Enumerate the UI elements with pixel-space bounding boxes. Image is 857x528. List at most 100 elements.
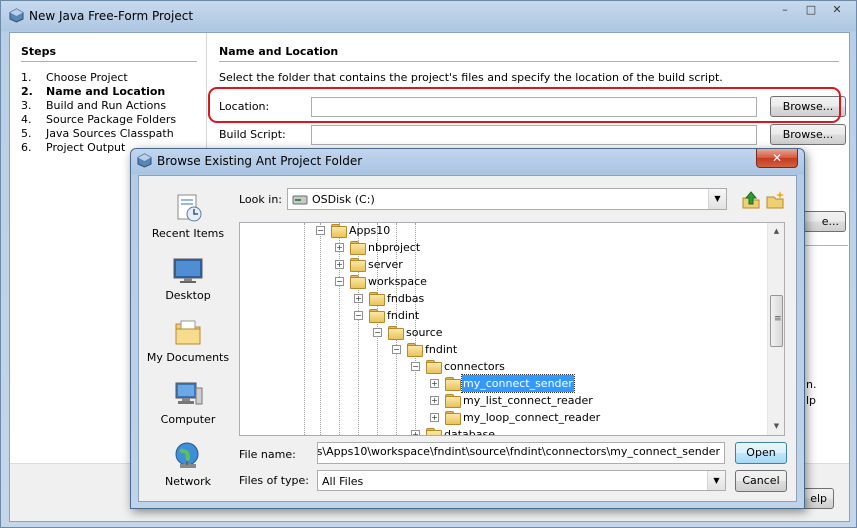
expand-icon[interactable]: +	[430, 413, 439, 422]
folder-icon	[444, 393, 461, 408]
place-label: Network	[165, 475, 211, 488]
tree-node-label: my_list_connect_reader	[463, 394, 593, 407]
folder-icon	[444, 376, 461, 391]
chevron-down-icon[interactable]: ▼	[707, 471, 725, 490]
tree-scrollbar[interactable]: ▲ ▼	[767, 223, 784, 435]
my-documents-icon	[175, 320, 201, 345]
location-highlight-annotation	[208, 87, 841, 123]
computer-icon	[175, 382, 203, 405]
chevron-down-icon[interactable]: ▼	[708, 189, 726, 209]
file-name-label: File name:	[239, 448, 296, 461]
partial-text-2: lp	[806, 394, 817, 407]
tree-node-label: Apps10	[349, 224, 391, 237]
tree-node-label: connectors	[444, 360, 505, 373]
section-divider	[219, 61, 839, 62]
browse-dialog: Browse Existing Ant Project Folder ✕ Rec…	[130, 148, 805, 509]
dialog-title: Browse Existing Ant Project Folder	[157, 154, 363, 168]
expand-icon[interactable]: +	[411, 430, 420, 435]
folder-icon	[349, 257, 366, 272]
collapse-icon[interactable]: −	[373, 328, 382, 337]
tree-node-label: source	[406, 326, 443, 339]
folder-icon	[368, 291, 385, 306]
files-of-type-value: All Files	[322, 475, 364, 488]
folder-tree[interactable]: − Apps10 + nbproject + server − workspace + fndba…	[239, 222, 785, 436]
expand-icon[interactable]: +	[430, 396, 439, 405]
collapse-icon[interactable]: −	[392, 345, 401, 354]
network-icon	[175, 442, 199, 468]
place-label: My Documents	[146, 351, 230, 364]
up-folder-icon[interactable]	[741, 190, 761, 210]
files-of-type-label: Files of type:	[239, 474, 310, 487]
folder-icon	[368, 308, 385, 323]
scroll-thumb[interactable]	[770, 295, 783, 347]
place-desktop[interactable]: Desktop	[142, 250, 234, 310]
tree-node-label: workspace	[368, 275, 427, 288]
wizard-title-bar[interactable]: New Java Free-Form Project – □ ✕	[1, 1, 856, 32]
place-label: Desktop	[165, 289, 211, 302]
file-name-input[interactable]: ects\Apps10\workspace\fndint\source\fndi…	[317, 442, 725, 464]
expand-icon[interactable]: +	[354, 294, 363, 303]
place-recent-items[interactable]: Recent Items	[142, 188, 234, 248]
minimize-button[interactable]: –	[772, 2, 798, 20]
folder-icon	[444, 410, 461, 425]
tree-node-label: database	[444, 428, 495, 436]
tree-node-label: fndbas	[387, 292, 425, 305]
step-2: 2. Name and Location	[21, 85, 166, 98]
collapse-icon[interactable]: −	[354, 311, 363, 320]
folder-icon	[349, 274, 366, 289]
tree-guide-line	[304, 223, 305, 435]
tree-rows: − Apps10 + nbproject + server − workspace + fndba…	[240, 223, 768, 435]
expand-icon[interactable]: +	[335, 260, 344, 269]
look-in-dropdown[interactable]: OSDisk (C:) ▼	[287, 188, 727, 210]
look-in-value: OSDisk (C:)	[312, 193, 375, 206]
expand-icon[interactable]: +	[430, 379, 439, 388]
dialog-close-button[interactable]: ✕	[756, 149, 798, 168]
java-project-icon	[137, 153, 152, 168]
place-network[interactable]: Network	[142, 436, 234, 496]
tree-node-label: my_loop_connect_reader	[463, 411, 601, 424]
collapse-icon[interactable]: −	[316, 226, 325, 235]
folder-icon	[406, 342, 423, 357]
dialog-body: Recent Items Desktop My Documents Comput…	[138, 175, 797, 502]
folder-icon	[349, 240, 366, 255]
tree-guide-line	[320, 223, 321, 435]
section-description: Select the folder that contains the proj…	[219, 71, 723, 84]
place-my-documents[interactable]: My Documents	[142, 312, 234, 372]
partial-text: n.	[806, 378, 817, 391]
step-3: 3. Build and Run Actions	[21, 99, 167, 112]
scroll-up-icon[interactable]: ▲	[768, 223, 784, 240]
maximize-button[interactable]: □	[798, 2, 824, 20]
tree-node-label: server	[368, 258, 403, 271]
steps-title: Steps	[21, 45, 57, 58]
new-folder-icon[interactable]	[765, 190, 785, 210]
drive-icon	[292, 195, 308, 205]
steps-list: 1. Choose Project 2. Name and Location 3. B…	[21, 71, 176, 155]
place-label: Recent Items	[151, 227, 225, 240]
java-project-icon	[9, 8, 24, 23]
places-bar: Recent Items Desktop My Documents Comput…	[142, 180, 234, 492]
folder-icon	[425, 427, 442, 435]
collapse-icon[interactable]: −	[411, 362, 420, 371]
recent-items-icon	[177, 194, 202, 222]
files-of-type-dropdown[interactable]: All Files ▼	[317, 470, 726, 491]
tree-node-label: my_connect_sender	[461, 374, 575, 393]
tree-guide-line	[339, 223, 340, 435]
folder-icon	[330, 223, 347, 238]
section-title: Name and Location	[219, 45, 339, 58]
collapse-icon[interactable]: −	[335, 277, 344, 286]
build-script-input[interactable]	[311, 125, 757, 145]
wizard-title: New Java Free-Form Project	[29, 9, 194, 23]
build-script-label: Build Script:	[219, 128, 286, 141]
scroll-down-icon[interactable]: ▼	[768, 418, 784, 435]
expand-icon[interactable]: +	[335, 243, 344, 252]
place-computer[interactable]: Computer	[142, 374, 234, 434]
tree-node-label: fndint	[425, 343, 458, 356]
step-1: 1. Choose Project	[21, 71, 128, 84]
step-4: 4. Source Package Folders	[21, 113, 177, 126]
tree-node-label: fndint	[387, 309, 420, 322]
open-button[interactable]: Open	[735, 442, 787, 464]
close-button[interactable]: ✕	[824, 2, 850, 20]
build-script-browse-button[interactable]: Browse...	[770, 124, 846, 145]
cancel-button[interactable]: Cancel	[735, 470, 787, 492]
step-5: 5. Java Sources Classpath	[21, 127, 174, 140]
